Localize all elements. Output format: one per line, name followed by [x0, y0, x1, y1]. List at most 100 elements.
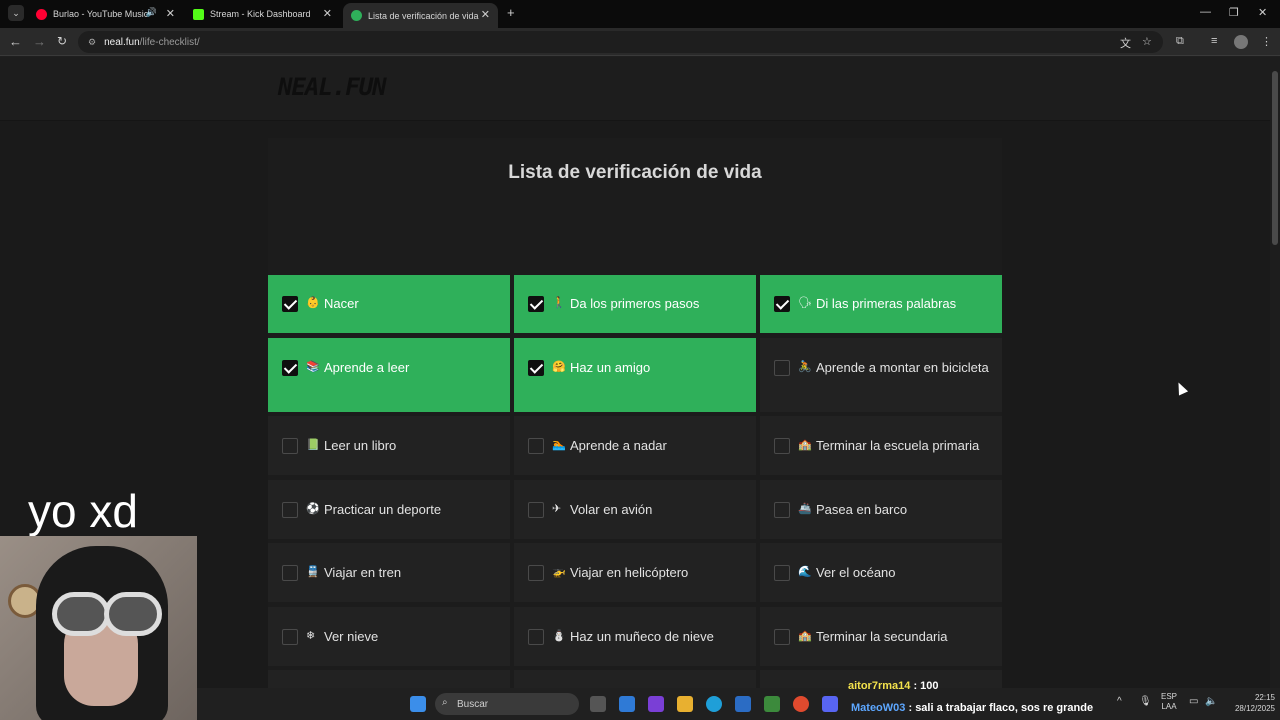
tab-search-chevron-icon[interactable]: ⌄: [8, 5, 24, 21]
language-indicator[interactable]: ESP LAA: [1161, 692, 1177, 712]
checklist-item[interactable]: 🚁 Viajar en helicóptero: [514, 543, 756, 602]
minimize-icon[interactable]: —: [1200, 6, 1211, 18]
checkbox[interactable]: [528, 438, 544, 454]
checklist-item[interactable]: 👶 Nacer: [268, 275, 510, 333]
checklist-item-label: Pasea en barco: [816, 502, 908, 517]
page-scrollbar[interactable]: [1270, 57, 1280, 720]
checklist-item[interactable]: 📚 Aprende a leer: [268, 338, 510, 412]
item-emoji-icon: 🚆: [306, 566, 320, 578]
restore-icon[interactable]: ❐: [1229, 6, 1239, 19]
goggle-left: [52, 592, 110, 636]
translate-icon[interactable]: 文: [1120, 35, 1131, 51]
stream-caption: yo xd: [28, 485, 138, 537]
close-tab-icon[interactable]: ✕: [166, 7, 175, 20]
checklist-item[interactable]: 🏫 Terminar la secundaria: [760, 607, 1002, 666]
checklist-item[interactable]: 🗣 Di las primeras palabras: [760, 275, 1002, 333]
app-icon[interactable]: [648, 696, 664, 712]
item-emoji-icon: 🚢: [798, 503, 812, 515]
checklist-item-label: Practicar un deporte: [324, 502, 442, 517]
close-window-icon[interactable]: ✕: [1258, 6, 1267, 19]
minecraft-icon[interactable]: [764, 696, 780, 712]
tab-youtube-music[interactable]: Burlao - YouTube Music 🔊 ✕: [28, 2, 183, 26]
checklist-item[interactable]: 🚢 Pasea en barco: [760, 480, 1002, 539]
checklist-item-label: Ver nieve: [324, 629, 379, 644]
close-tab-icon[interactable]: ✕: [323, 7, 332, 20]
checkbox[interactable]: [528, 296, 544, 312]
checkbox[interactable]: [282, 565, 298, 581]
checklist-item-label: Aprende a nadar: [570, 438, 667, 453]
checkbox[interactable]: [282, 629, 298, 645]
checkbox[interactable]: [774, 360, 790, 376]
scrollbar-thumb[interactable]: [1272, 71, 1278, 245]
profile-avatar[interactable]: [1234, 35, 1248, 49]
microphone-icon[interactable]: 🎙: [1139, 696, 1152, 707]
checkbox[interactable]: [774, 565, 790, 581]
item-emoji-icon: 🏊: [552, 439, 566, 451]
new-tab-button[interactable]: +: [507, 5, 515, 20]
item-emoji-icon: 📗: [306, 439, 320, 451]
item-emoji-icon: 📚: [306, 361, 320, 373]
item-emoji-icon: 🗣: [798, 297, 812, 309]
file-explorer-icon[interactable]: [677, 696, 693, 712]
media-controls-icon[interactable]: ≡: [1211, 35, 1217, 47]
checkbox[interactable]: [528, 629, 544, 645]
checklist-item[interactable]: ⛄ Haz un muñeco de nieve: [514, 607, 756, 666]
checkbox[interactable]: [774, 296, 790, 312]
close-tab-icon[interactable]: ✕: [481, 8, 490, 21]
checkbox[interactable]: [528, 360, 544, 376]
reload-icon[interactable]: ↻: [57, 34, 67, 48]
volume-icon[interactable]: 🔈: [1205, 696, 1217, 707]
browser-toolbar: ← → ↻ ⚙ neal.fun /life-checklist/ 文 ☆ ⧉ …: [0, 28, 1280, 56]
checklist-item[interactable]: 🚴 Aprende a montar en bicicleta: [760, 338, 1002, 412]
checkbox[interactable]: [282, 360, 298, 376]
checkbox[interactable]: [528, 565, 544, 581]
checklist-item[interactable]: 🚆 Viajar en tren: [268, 543, 510, 602]
checkbox[interactable]: [774, 438, 790, 454]
network-icon[interactable]: ▭: [1189, 696, 1198, 707]
checkbox[interactable]: [282, 438, 298, 454]
tab-title: Lista de verificación de vida: [368, 10, 479, 21]
checklist-item-label: Leer un libro: [324, 438, 397, 453]
checklist-item-label: Volar en avión: [570, 502, 653, 517]
clock[interactable]: 22:15 28/12/2025: [1225, 692, 1275, 714]
checklist-item[interactable]: ⚽ Practicar un deporte: [268, 480, 510, 539]
checkbox[interactable]: [282, 502, 298, 518]
checklist-item[interactable]: 🤗 Haz un amigo: [514, 338, 756, 412]
menu-kebab-icon[interactable]: ⋮: [1261, 35, 1272, 48]
store-icon[interactable]: [735, 696, 751, 712]
bookmark-star-icon[interactable]: ☆: [1142, 35, 1152, 48]
site-logo[interactable]: NEAL.FUN: [278, 73, 387, 101]
site-info-icon[interactable]: ⚙: [88, 37, 96, 48]
checkbox[interactable]: [282, 296, 298, 312]
forward-icon[interactable]: →: [33, 34, 46, 49]
taskbar-search[interactable]: ⌕ Buscar: [435, 693, 579, 715]
item-emoji-icon: ⚽: [306, 503, 320, 515]
checklist-item[interactable]: ✈ Volar en avión: [514, 480, 756, 539]
extensions-icon[interactable]: ⧉: [1176, 35, 1184, 48]
item-emoji-icon: ✈: [552, 503, 562, 515]
check-favicon-icon: [351, 10, 362, 21]
checklist-item-label: Terminar la secundaria: [816, 629, 948, 644]
checkbox[interactable]: [528, 502, 544, 518]
speaker-icon[interactable]: 🔊: [146, 7, 157, 18]
checklist-item[interactable]: 🏊 Aprende a nadar: [514, 416, 756, 475]
checklist-item[interactable]: 🌊 Ver el océano: [760, 543, 1002, 602]
checkbox[interactable]: [774, 502, 790, 518]
address-bar[interactable]: ⚙ neal.fun /life-checklist/: [78, 31, 1163, 53]
tab-title: Stream - Kick Dashboard: [210, 9, 311, 19]
mail-icon[interactable]: [619, 696, 635, 712]
checkbox[interactable]: [774, 629, 790, 645]
windows-start-icon[interactable]: [410, 696, 426, 712]
checklist-item[interactable]: 🏫 Terminar la escuela primaria: [760, 416, 1002, 475]
edge-icon[interactable]: [706, 696, 722, 712]
tab-life-checklist[interactable]: Lista de verificación de vida ✕: [343, 3, 498, 28]
task-view-icon[interactable]: [590, 696, 606, 712]
checklist-item[interactable]: 📗 Leer un libro: [268, 416, 510, 475]
discord-icon[interactable]: [822, 696, 838, 712]
chrome-icon[interactable]: [793, 696, 809, 712]
back-icon[interactable]: ←: [9, 34, 22, 49]
checklist-item[interactable]: 🚶 Da los primeros pasos: [514, 275, 756, 333]
tab-kick-dashboard[interactable]: Stream - Kick Dashboard ✕: [185, 2, 340, 26]
checklist-item[interactable]: ❄ Ver nieve: [268, 607, 510, 666]
tray-chevron-icon[interactable]: ^: [1117, 696, 1122, 707]
